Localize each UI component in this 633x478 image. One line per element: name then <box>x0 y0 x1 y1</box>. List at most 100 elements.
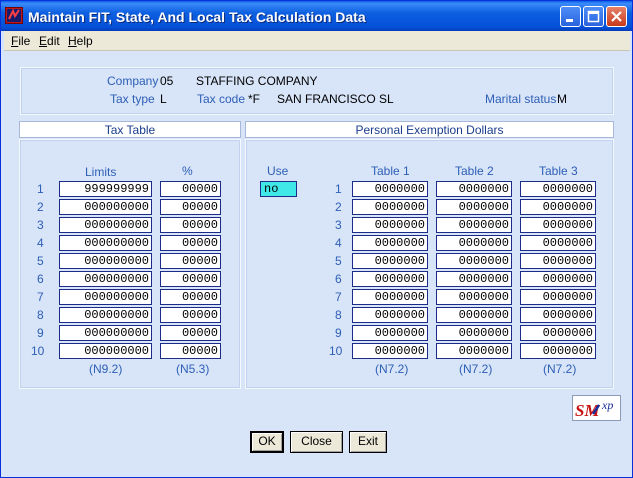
marital-status-label: Marital status <box>485 92 557 106</box>
limit-field[interactable]: 000000000 <box>59 235 152 251</box>
percent-field[interactable]: 00000 <box>160 271 221 287</box>
main-window: Maintain FIT, State, And Local Tax Calcu… <box>0 0 633 478</box>
tax-row-number: 8 <box>37 308 44 322</box>
tax-type-label: Tax type <box>110 92 155 106</box>
tax-row-number: 9 <box>37 326 44 340</box>
exemption-row-number: 8 <box>335 308 342 322</box>
logo-sub-text: xp <box>601 398 613 412</box>
limit-field[interactable]: 000000000 <box>59 325 152 341</box>
minimize-button[interactable] <box>560 6 581 27</box>
tax-code-name: SAN FRANCISCO SL <box>277 92 394 106</box>
exemption-row-number: 6 <box>335 272 342 286</box>
limit-field[interactable]: 000000000 <box>59 307 152 323</box>
exemption-t3-field[interactable]: 0000000 <box>520 235 596 251</box>
exemption-t3-field[interactable]: 0000000 <box>520 217 596 233</box>
exemption-t3-field[interactable]: 0000000 <box>520 307 596 323</box>
exemption-t1-field[interactable]: 0000000 <box>352 307 428 323</box>
percent-field[interactable]: 00000 <box>160 289 221 305</box>
exemption-t1-field[interactable]: 0000000 <box>352 217 428 233</box>
ok-button[interactable]: OK <box>250 431 284 453</box>
exemption-t2-field[interactable]: 0000000 <box>436 181 512 197</box>
maximize-button[interactable] <box>583 6 604 27</box>
exemption-t2-field[interactable]: 0000000 <box>436 307 512 323</box>
company-label: Company <box>107 74 159 88</box>
table1-column-header: Table 1 <box>371 164 410 178</box>
exemption-t1-field[interactable]: 0000000 <box>352 325 428 341</box>
smxp-logo: SM xp <box>572 395 621 421</box>
limit-field[interactable]: 000000000 <box>59 253 152 269</box>
table2-column-header: Table 2 <box>455 164 494 178</box>
percent-format: (N5.3) <box>176 362 210 376</box>
use-label: Use <box>267 164 289 178</box>
percent-field[interactable]: 00000 <box>160 253 221 269</box>
percent-field[interactable]: 00000 <box>160 307 221 323</box>
percent-field[interactable]: 00000 <box>160 343 221 359</box>
percent-field[interactable]: 00000 <box>160 181 221 197</box>
exemption-t2-field[interactable]: 0000000 <box>436 253 512 269</box>
exemption-t3-field[interactable]: 0000000 <box>520 325 596 341</box>
limit-field[interactable]: 000000000 <box>59 343 152 359</box>
tax-row-number: 2 <box>37 200 44 214</box>
exemption-t3-field[interactable]: 0000000 <box>520 181 596 197</box>
exemption-t2-field[interactable]: 0000000 <box>436 325 512 341</box>
close-button[interactable]: Close <box>290 431 343 453</box>
exemption-header: Personal Exemption Dollars <box>245 121 614 138</box>
exemption-t3-field[interactable]: 0000000 <box>520 289 596 305</box>
exemption-row-number: 7 <box>335 290 342 304</box>
limits-format: (N9.2) <box>89 362 123 376</box>
app-icon[interactable] <box>5 7 23 24</box>
exemption-t3-field[interactable]: 0000000 <box>520 253 596 269</box>
tax-row-number: 4 <box>37 236 44 250</box>
tax-type-value: L <box>160 92 167 106</box>
close-window-button[interactable] <box>606 6 627 27</box>
limit-field[interactable]: 000000000 <box>59 217 152 233</box>
client-area: Company 05 STAFFING COMPANY Tax type L T… <box>4 52 630 475</box>
maximize-icon <box>587 10 600 23</box>
percent-field[interactable]: 00000 <box>160 199 221 215</box>
percent-field[interactable]: 00000 <box>160 217 221 233</box>
exemption-t2-field[interactable]: 0000000 <box>436 199 512 215</box>
limit-field[interactable]: 000000000 <box>59 271 152 287</box>
table3-format: (N7.2) <box>543 362 577 376</box>
exit-button[interactable]: Exit <box>349 431 387 453</box>
exemption-t1-field[interactable]: 0000000 <box>352 343 428 359</box>
exemption-t1-field[interactable]: 0000000 <box>352 181 428 197</box>
menu-file[interactable]: File <box>11 34 30 48</box>
exemption-t3-field[interactable]: 0000000 <box>520 271 596 287</box>
exemption-t3-field[interactable]: 0000000 <box>520 343 596 359</box>
table2-format: (N7.2) <box>459 362 493 376</box>
exemption-t1-field[interactable]: 0000000 <box>352 235 428 251</box>
exemption-t2-field[interactable]: 0000000 <box>436 271 512 287</box>
exemption-t3-field[interactable]: 0000000 <box>520 199 596 215</box>
percent-column-header: % <box>182 164 193 178</box>
limit-field[interactable]: 000000000 <box>59 199 152 215</box>
limit-field[interactable]: 000000000 <box>59 289 152 305</box>
close-icon <box>611 11 622 22</box>
exemption-t1-field[interactable]: 0000000 <box>352 199 428 215</box>
company-name: STAFFING COMPANY <box>196 74 318 88</box>
exemption-t2-field[interactable]: 0000000 <box>436 217 512 233</box>
tax-row-number: 7 <box>37 290 44 304</box>
exemption-t2-field[interactable]: 0000000 <box>436 343 512 359</box>
tax-row-number: 6 <box>37 272 44 286</box>
tax-row-number: 5 <box>37 254 44 268</box>
use-field[interactable]: no <box>260 181 297 197</box>
percent-field[interactable]: 00000 <box>160 235 221 251</box>
table3-column-header: Table 3 <box>539 164 578 178</box>
title-bar[interactable]: Maintain FIT, State, And Local Tax Calcu… <box>1 1 632 31</box>
limits-column-header: Limits <box>85 165 117 179</box>
percent-field[interactable]: 00000 <box>160 325 221 341</box>
exemption-t1-field[interactable]: 0000000 <box>352 289 428 305</box>
exemption-t1-field[interactable]: 0000000 <box>352 253 428 269</box>
tax-code-value: *F <box>248 92 260 106</box>
exemption-t2-field[interactable]: 0000000 <box>436 289 512 305</box>
tax-code-label: Tax code <box>197 92 246 106</box>
exemption-t2-field[interactable]: 0000000 <box>436 235 512 251</box>
menu-help[interactable]: Help <box>68 34 93 48</box>
exemption-row-number: 3 <box>335 218 342 232</box>
exemption-row-number: 10 <box>329 344 343 358</box>
exemption-t1-field[interactable]: 0000000 <box>352 271 428 287</box>
exemption-row-number: 2 <box>335 200 342 214</box>
menu-edit[interactable]: Edit <box>39 34 60 48</box>
limit-field[interactable]: 999999999 <box>59 181 152 197</box>
